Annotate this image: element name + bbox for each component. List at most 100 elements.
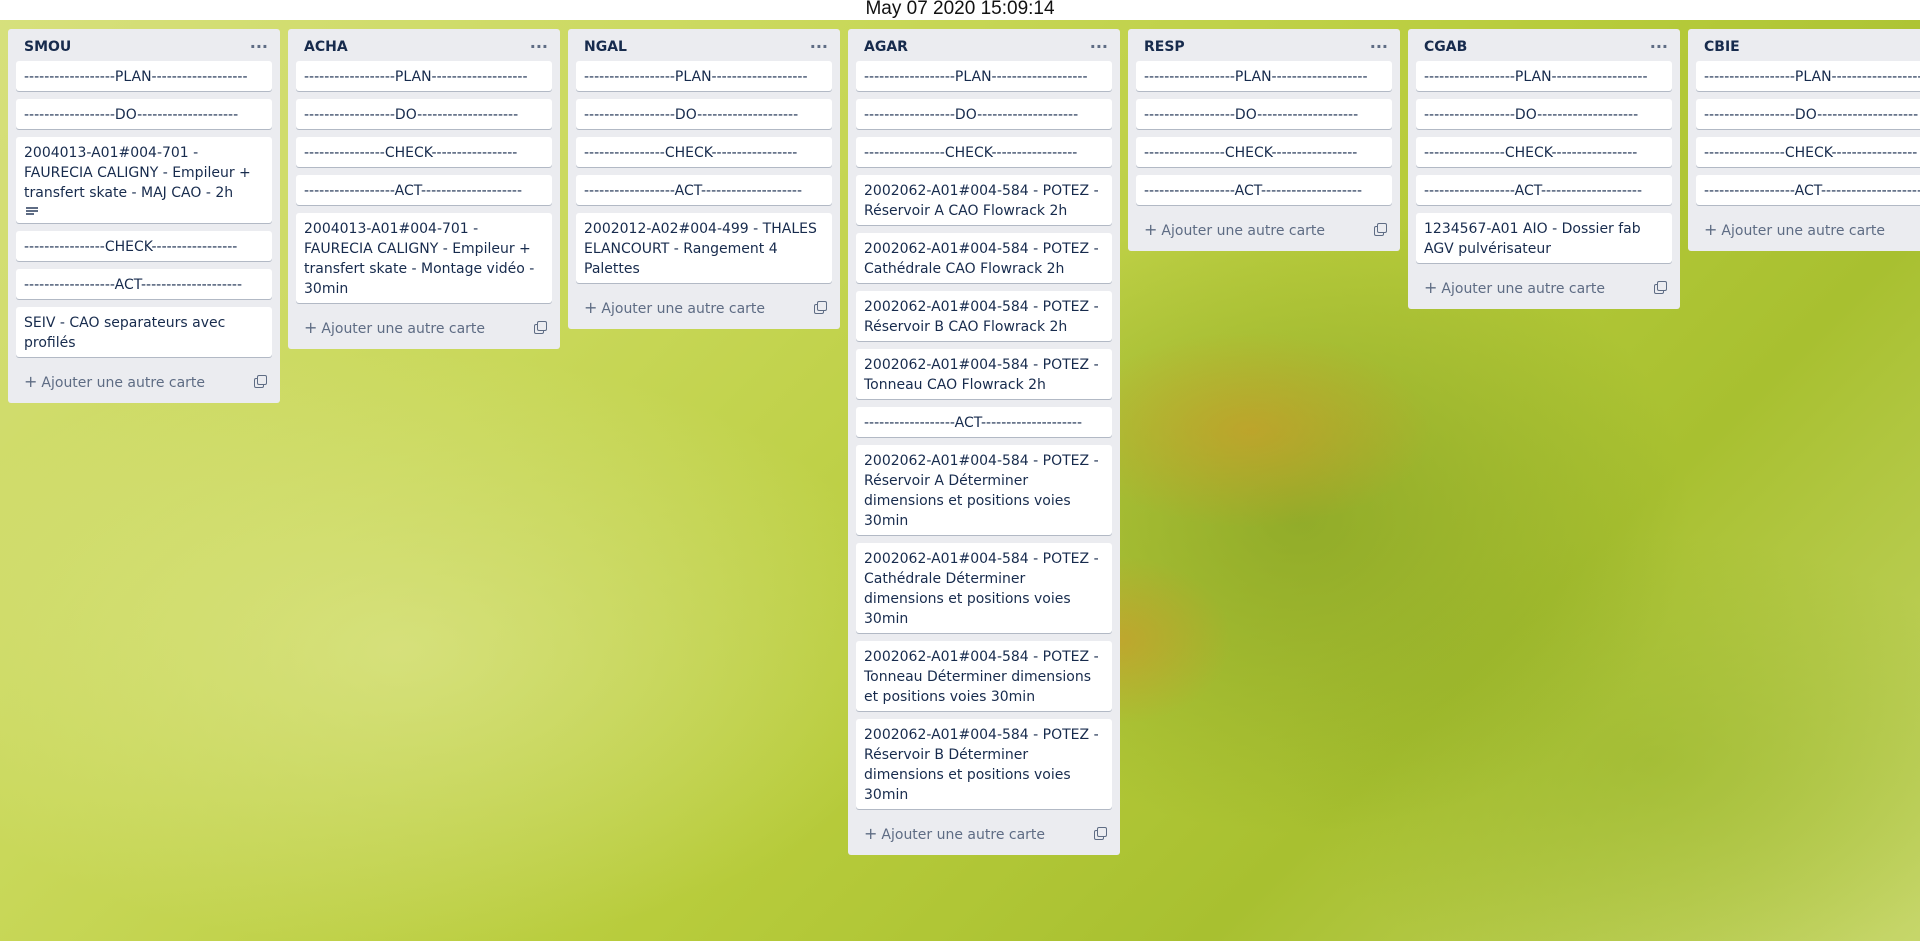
separator-card[interactable]: ------------------ACT-------------------… <box>296 175 552 205</box>
task-card[interactable]: 2002012-A02#004-499 - THALES ELANCOURT -… <box>576 213 832 283</box>
separator-card[interactable]: ------------------PLAN------------------… <box>16 61 272 91</box>
list-header[interactable]: ACHA ··· <box>288 29 560 61</box>
card-template-icon[interactable] <box>254 375 267 388</box>
task-card[interactable]: 2002062-A01#004-584 - POTEZ - Tonneau CA… <box>856 349 1112 399</box>
list-header[interactable]: CBIE··· <box>1688 29 1920 61</box>
card-title: ----------------CHECK----------------- <box>584 145 798 161</box>
separator-card[interactable]: ------------------DO-------------------- <box>1136 99 1392 129</box>
card-title: ------------------PLAN------------------… <box>584 69 808 85</box>
card-title: 2002062-A01#004-584 - POTEZ - Réservoir … <box>864 727 1099 803</box>
separator-card[interactable]: ----------------CHECK----------------- <box>856 137 1112 167</box>
list-title[interactable]: ACHA <box>304 39 348 55</box>
separator-card[interactable]: ------------------PLAN------------------… <box>1696 61 1920 91</box>
separator-card[interactable]: ------------------ACT-------------------… <box>1136 175 1392 205</box>
list-header[interactable]: SMOU ··· <box>8 29 280 61</box>
card-title: 2002062-A01#004-584 - POTEZ - Tonneau CA… <box>864 357 1099 393</box>
separator-card[interactable]: ------------------ACT-------------------… <box>1416 175 1672 205</box>
separator-card[interactable]: ------------------DO-------------------- <box>1696 99 1920 129</box>
card-template-icon[interactable] <box>534 321 547 334</box>
card-template-icon[interactable] <box>1094 827 1107 840</box>
separator-card[interactable]: ------------------DO-------------------- <box>1416 99 1672 129</box>
card-list: ------------------PLAN------------------… <box>568 61 840 283</box>
card-title: 1234567-A01 AIO - Dossier fab AGV pulvér… <box>1424 221 1641 257</box>
list-title[interactable]: CBIE <box>1704 39 1740 55</box>
list-title[interactable]: SMOU <box>24 39 71 55</box>
card-list: ------------------PLAN------------------… <box>1128 61 1400 205</box>
separator-card[interactable]: ------------------PLAN------------------… <box>856 61 1112 91</box>
separator-card[interactable]: ----------------CHECK----------------- <box>1416 137 1672 167</box>
list-title[interactable]: RESP <box>1144 39 1185 55</box>
list-agar: AGAR ··· ------------------PLAN-----------… <box>848 29 1120 855</box>
add-card-button[interactable]: + Ajouter une autre carte <box>1416 274 1613 301</box>
list-header[interactable]: NGAL ··· <box>568 29 840 61</box>
list-menu-icon[interactable]: ··· <box>806 39 832 55</box>
add-card-button[interactable]: + Ajouter une autre carte <box>16 368 213 395</box>
task-card[interactable]: 2004013-A01#004-701 - FAURECIA CALIGNY -… <box>16 137 272 223</box>
card-title: ------------------PLAN------------------… <box>304 69 528 85</box>
task-card[interactable]: 2004013-A01#004-701 - FAURECIA CALIGNY -… <box>296 213 552 303</box>
separator-card[interactable]: ------------------ACT-------------------… <box>856 407 1112 437</box>
card-template-icon[interactable] <box>814 301 827 314</box>
list-cbie: CBIE··· ------------------PLAN-----------… <box>1688 29 1920 251</box>
list-menu-icon[interactable]: ··· <box>246 39 272 55</box>
add-card-button[interactable]: + Ajouter une autre carte <box>296 314 493 341</box>
separator-card[interactable]: ------------------ACT-------------------… <box>576 175 832 205</box>
list-header[interactable]: AGAR ··· <box>848 29 1120 61</box>
list-acha: ACHA ··· ------------------PLAN-----------… <box>288 29 560 349</box>
card-title: ------------------ACT-------------------… <box>1144 183 1363 199</box>
separator-card[interactable]: ------------------DO-------------------- <box>296 99 552 129</box>
list-header[interactable]: CGAB ··· <box>1408 29 1680 61</box>
list-menu-icon[interactable]: ··· <box>1086 39 1112 55</box>
separator-card[interactable]: ------------------DO-------------------- <box>856 99 1112 129</box>
separator-card[interactable]: ------------------PLAN------------------… <box>1416 61 1672 91</box>
card-template-icon[interactable] <box>1654 281 1667 294</box>
task-card[interactable]: 2002062-A01#004-584 - POTEZ - Réservoir … <box>856 445 1112 535</box>
card-title: ------------------PLAN------------------… <box>1424 69 1648 85</box>
add-card-button[interactable]: + Ajouter une autre carte <box>856 820 1053 847</box>
list-menu-icon[interactable]: ··· <box>1366 39 1392 55</box>
list-title[interactable]: NGAL <box>584 39 627 55</box>
add-card-button[interactable]: + Ajouter une autre carte <box>1136 216 1333 243</box>
separator-card[interactable]: ----------------CHECK----------------- <box>1696 137 1920 167</box>
board: SMOU ··· ------------------PLAN-----------… <box>8 29 1920 855</box>
add-card-label: Ajouter une autre carte <box>41 374 206 391</box>
task-card[interactable]: 2002062-A01#004-584 - POTEZ - Cathédrale… <box>856 543 1112 633</box>
separator-card[interactable]: ------------------PLAN------------------… <box>1136 61 1392 91</box>
task-card[interactable]: 2002062-A01#004-584 - POTEZ - Réservoir … <box>856 291 1112 341</box>
separator-card[interactable]: ------------------ACT-------------------… <box>1696 175 1920 205</box>
card-title: 2002062-A01#004-584 - POTEZ - Réservoir … <box>864 183 1099 219</box>
separator-card[interactable]: ------------------PLAN------------------… <box>296 61 552 91</box>
add-card-label: Ajouter une autre carte <box>1441 280 1606 297</box>
task-card[interactable]: 1234567-A01 AIO - Dossier fab AGV pulvér… <box>1416 213 1672 263</box>
card-title: ----------------CHECK----------------- <box>1144 145 1358 161</box>
separator-card[interactable]: ------------------PLAN------------------… <box>576 61 832 91</box>
separator-card[interactable]: ------------------ACT-------------------… <box>16 269 272 299</box>
description-icon <box>26 207 38 217</box>
card-title: SEIV - CAO separateurs avec profilés <box>24 315 226 351</box>
task-card[interactable]: 2002062-A01#004-584 - POTEZ - Tonneau Dé… <box>856 641 1112 711</box>
add-card-button[interactable]: + Ajouter une autre carte <box>1696 216 1893 243</box>
list-resp: RESP ··· ------------------PLAN-----------… <box>1128 29 1400 251</box>
list-title[interactable]: CGAB <box>1424 39 1467 55</box>
list-title[interactable]: AGAR <box>864 39 908 55</box>
separator-card[interactable]: ------------------DO-------------------- <box>16 99 272 129</box>
separator-card[interactable]: ----------------CHECK----------------- <box>576 137 832 167</box>
separator-card[interactable]: ----------------CHECK----------------- <box>1136 137 1392 167</box>
card-title: 2002062-A01#004-584 - POTEZ - Cathédrale… <box>864 241 1099 277</box>
list-menu-icon[interactable]: ··· <box>526 39 552 55</box>
task-card[interactable]: 2002062-A01#004-584 - POTEZ - Réservoir … <box>856 719 1112 809</box>
add-card-button[interactable]: + Ajouter une autre carte <box>576 294 773 321</box>
task-card[interactable]: SEIV - CAO separateurs avec profilés <box>16 307 272 357</box>
card-template-icon[interactable] <box>1374 223 1387 236</box>
task-card[interactable]: 2002062-A01#004-584 - POTEZ - Cathédrale… <box>856 233 1112 283</box>
card-title: ------------------ACT-------------------… <box>584 183 803 199</box>
card-list: ------------------PLAN------------------… <box>848 61 1120 809</box>
separator-card[interactable]: ----------------CHECK----------------- <box>296 137 552 167</box>
card-title: 2002062-A01#004-584 - POTEZ - Réservoir … <box>864 453 1099 529</box>
list-header[interactable]: RESP ··· <box>1128 29 1400 61</box>
task-card[interactable]: 2002062-A01#004-584 - POTEZ - Réservoir … <box>856 175 1112 225</box>
separator-card[interactable]: ------------------DO-------------------- <box>576 99 832 129</box>
list-menu-icon[interactable]: ··· <box>1646 39 1672 55</box>
list-footer: + Ajouter une autre carte <box>568 291 840 325</box>
separator-card[interactable]: ----------------CHECK----------------- <box>16 231 272 261</box>
